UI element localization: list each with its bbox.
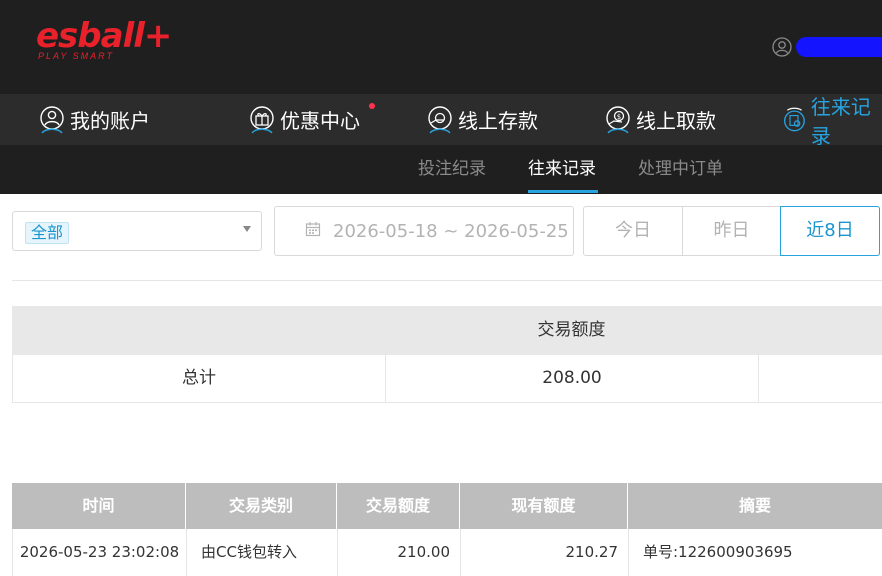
redacted-username [796, 37, 882, 57]
cell-amount: 210.00 [338, 529, 461, 576]
table-row: 2026-05-23 23:02:08 由CC钱包转入 210.00 210.2… [12, 529, 882, 576]
cell-summary: 单号:122600903695 [643, 543, 793, 561]
caret-down-icon [243, 226, 251, 232]
records-icon [784, 107, 805, 131]
nav-label: 我的账户 [70, 109, 150, 133]
cell-balance: 210.27 [461, 529, 629, 576]
brand-logo[interactable]: esball+ PLAY SMART [36, 16, 172, 61]
nav-label: 线上存款 [458, 109, 538, 133]
nav-online-withdraw[interactable]: $ 线上取款 [604, 94, 716, 145]
transaction-type-select[interactable]: 全部 [12, 211, 262, 251]
column-header-amount: 交易额度 [337, 483, 460, 529]
user-avatar-icon [772, 37, 792, 57]
summary-total-value: 208.00 [386, 355, 759, 402]
nav-promotions[interactable]: 优惠中心 [248, 94, 360, 145]
range-today-button[interactable]: 今日 [583, 206, 683, 256]
user-menu[interactable] [772, 36, 882, 58]
tab-bet-records[interactable]: 投注纪录 [418, 145, 486, 194]
nav-my-account[interactable]: 我的账户 [38, 94, 150, 145]
column-header-time: 时间 [12, 483, 186, 529]
svg-text:$: $ [617, 113, 621, 121]
active-tab-indicator [528, 190, 598, 193]
selected-type-tag: 全部 [25, 222, 70, 244]
main-nav: 我的账户 优惠中心 线上存款 $ 线上取款 往来记录 [0, 94, 882, 145]
summary-total-row: 总计 208.00 [12, 355, 882, 403]
deposit-icon [428, 105, 452, 134]
range-last-8-days-button[interactable]: 近8日 [780, 206, 880, 256]
range-yesterday-button[interactable]: 昨日 [682, 206, 781, 256]
tab-pending-orders[interactable]: 处理中订单 [638, 145, 723, 194]
column-header-summary: 摘要 [738, 496, 771, 515]
notification-dot [369, 103, 375, 109]
summary-column-label: 交易额度 [537, 320, 606, 340]
date-range-picker[interactable]: 2026-05-18 ~ 2026-05-25 [274, 206, 574, 256]
withdraw-icon: $ [606, 105, 630, 134]
nav-label: 线上取款 [636, 109, 716, 133]
nav-label: 优惠中心 [280, 109, 360, 133]
date-range-value: 2026-05-18 ~ 2026-05-25 [333, 221, 569, 242]
column-header-balance: 现有额度 [460, 483, 628, 529]
summary-empty-cell [759, 355, 882, 402]
cell-time: 2026-05-23 23:02:08 [13, 529, 187, 576]
summary-table-header: 交易额度 [12, 306, 882, 355]
column-header-type: 交易类别 [186, 483, 337, 529]
gift-icon [250, 105, 274, 134]
user-icon [40, 105, 64, 134]
nav-online-deposit[interactable]: 线上存款 [426, 94, 538, 145]
section-divider [12, 280, 882, 281]
top-header: esball+ PLAY SMART [0, 0, 882, 94]
logo-text: esball+ [36, 16, 172, 56]
tab-transaction-records[interactable]: 往来记录 [528, 145, 596, 194]
cell-type: 由CC钱包转入 [187, 529, 338, 576]
summary-total-label: 总计 [13, 355, 386, 402]
nav-transaction-records[interactable]: 往来记录 [782, 94, 882, 145]
nav-label: 往来记录 [810, 94, 871, 146]
calendar-icon [305, 222, 321, 237]
transactions-table-header: 时间 交易类别 交易额度 现有额度 摘要 [12, 483, 882, 529]
sub-nav: 投注纪录 往来记录 处理中订单 [0, 145, 882, 194]
